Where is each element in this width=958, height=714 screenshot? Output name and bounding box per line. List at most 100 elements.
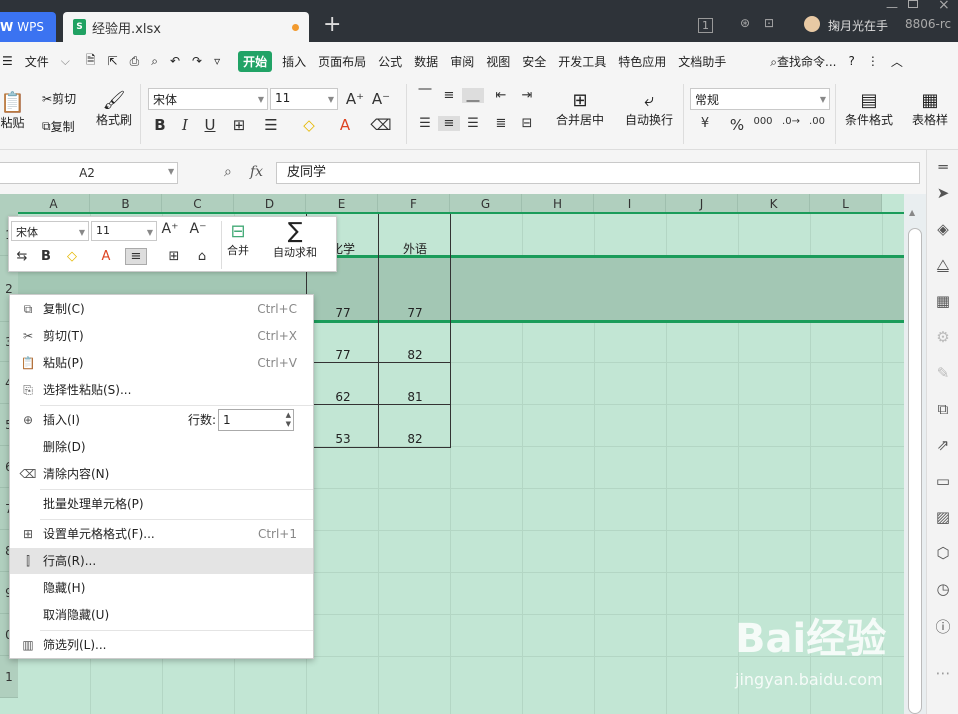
fill-color-icon[interactable]: ◇ bbox=[61, 249, 83, 264]
cell-e5[interactable]: 53 bbox=[307, 432, 379, 446]
column-header-c[interactable]: C bbox=[162, 194, 234, 214]
cell-e4[interactable]: 62 bbox=[307, 390, 379, 404]
decrease-decimal-icon[interactable]: .00 bbox=[806, 116, 828, 127]
cell-f5[interactable]: 82 bbox=[379, 432, 451, 446]
cell-e3[interactable]: 77 bbox=[307, 348, 379, 362]
copy-button[interactable]: ⧉ 复制 bbox=[42, 118, 75, 135]
menu-hide[interactable]: 隐藏(H) bbox=[10, 575, 313, 601]
mini-font-select[interactable]: 宋体 ▼ bbox=[11, 221, 89, 241]
merge-center-button[interactable]: ⊞ 合并居中 bbox=[556, 90, 604, 128]
align-middle-icon[interactable]: ≡ bbox=[438, 88, 460, 103]
chevron-down-icon[interactable]: ⌵ bbox=[61, 54, 70, 69]
autosum-button[interactable]: ∑ 自动求和 bbox=[273, 219, 317, 260]
format-painter-button[interactable]: 🖌 格式刷 bbox=[96, 90, 132, 128]
scroll-up-icon[interactable]: ▲ bbox=[909, 208, 915, 217]
font-select[interactable]: 宋体 ▼ bbox=[148, 88, 268, 110]
menu-insert[interactable]: 插入 bbox=[282, 53, 306, 70]
cell-f4[interactable]: 81 bbox=[379, 390, 451, 404]
increase-decimal-icon[interactable]: .0→ bbox=[780, 116, 802, 127]
share-icon[interactable]: ⊛ bbox=[740, 16, 750, 30]
user-name[interactable]: 掬月光在手 bbox=[828, 17, 888, 34]
mini-merge-button[interactable]: ⊟ 合并 bbox=[227, 221, 249, 258]
column-header-f[interactable]: F bbox=[378, 194, 450, 214]
settings-icon[interactable]: ⚙ bbox=[931, 328, 955, 346]
hamburger-icon[interactable]: ☰ bbox=[2, 54, 13, 68]
menu-data[interactable]: 数据 bbox=[414, 53, 438, 70]
gallery-icon[interactable]: ⧉ bbox=[931, 400, 955, 418]
shapes-icon[interactable]: ◈ bbox=[931, 220, 955, 238]
tab-wps[interactable]: W WPS bbox=[0, 12, 56, 42]
column-header-e[interactable]: E bbox=[306, 194, 378, 214]
underline-icon[interactable]: U bbox=[199, 116, 221, 134]
border-icon[interactable]: ⊞ bbox=[228, 116, 250, 134]
menu-clear[interactable]: ⌫ 清除内容(N) bbox=[10, 461, 313, 487]
quick-access-more-icon[interactable]: ▿ bbox=[214, 54, 220, 68]
save-icon[interactable]: 🗎 bbox=[86, 51, 96, 72]
menu-row-height[interactable]: ⫿ 行高(R)... bbox=[10, 548, 313, 574]
menu-features[interactable]: 特色应用 bbox=[618, 53, 666, 70]
archive-icon[interactable]: ▭ bbox=[931, 472, 955, 490]
vertical-scrollbar[interactable]: ▲ bbox=[904, 194, 926, 714]
menu-page-layout[interactable]: 页面布局 bbox=[318, 53, 366, 70]
zoom-icon[interactable]: ⌕ bbox=[224, 164, 232, 180]
style-icon[interactable]: ⧋ bbox=[931, 256, 955, 274]
cut-button[interactable]: ✂ 剪切 bbox=[42, 90, 76, 107]
font-color-icon[interactable]: A bbox=[334, 116, 356, 134]
search-command[interactable]: ⌕查找命令... bbox=[770, 53, 836, 70]
minimize-icon[interactable]: — bbox=[886, 0, 898, 14]
collapse-icon[interactable]: ═ bbox=[931, 158, 955, 176]
decrease-font-icon[interactable]: A⁻ bbox=[370, 90, 392, 108]
more-dots-icon[interactable]: ⋯ bbox=[931, 664, 955, 682]
stepper-icon[interactable]: ▲ ▼ bbox=[286, 411, 291, 429]
cursor-icon[interactable]: ➤ bbox=[931, 184, 955, 202]
fill-color-icon[interactable]: ◇ bbox=[298, 116, 320, 134]
column-header-b[interactable]: B bbox=[90, 194, 162, 214]
menu-filter-column[interactable]: ▥ 筛选列(L)... bbox=[10, 632, 313, 658]
column-header-k[interactable]: K bbox=[738, 194, 810, 214]
table-icon[interactable]: ▦ bbox=[931, 292, 955, 310]
menu-batch[interactable]: 批量处理单元格(P) bbox=[10, 491, 313, 517]
align-bottom-icon[interactable]: ⎽ bbox=[462, 88, 484, 103]
cloud-icon[interactable]: ⊡ bbox=[764, 16, 774, 30]
preview-icon[interactable]: ⌕ bbox=[151, 54, 158, 69]
bold-icon[interactable]: B bbox=[35, 249, 57, 264]
fx-icon[interactable]: fx bbox=[250, 164, 263, 180]
align-left-icon[interactable]: ☰ bbox=[414, 116, 436, 131]
menu-unhide[interactable]: 取消隐藏(U) bbox=[10, 602, 313, 628]
print-icon[interactable]: ⎙ bbox=[130, 54, 140, 69]
history-icon[interactable]: ◷ bbox=[931, 580, 955, 598]
increase-font-icon[interactable]: A⁺ bbox=[159, 221, 181, 237]
undo-icon[interactable]: ↶ bbox=[170, 54, 180, 68]
align-right-icon[interactable]: ☰ bbox=[462, 116, 484, 131]
menu-paste-special[interactable]: ⎘ 选择性粘贴(S)... bbox=[10, 377, 313, 403]
new-tab-button[interactable]: + bbox=[323, 14, 341, 36]
menu-paste[interactable]: 📋 粘贴(P) Ctrl+V bbox=[10, 350, 313, 376]
scroll-thumb[interactable] bbox=[908, 228, 922, 714]
menu-delete[interactable]: 删除(D) bbox=[10, 434, 313, 460]
menu-view[interactable]: 视图 bbox=[486, 53, 510, 70]
menu-review[interactable]: 审阅 bbox=[450, 53, 474, 70]
conditional-format-button[interactable]: ▤ 条件格式 bbox=[845, 90, 893, 128]
decrease-indent-icon[interactable]: ⇤ bbox=[490, 88, 512, 103]
avatar[interactable] bbox=[804, 16, 820, 32]
cell-style-icon[interactable]: ☰ bbox=[260, 116, 282, 134]
menu-file[interactable]: 文件 bbox=[25, 53, 49, 70]
align-center-icon[interactable]: ≡ bbox=[125, 248, 147, 265]
column-header-h[interactable]: H bbox=[522, 194, 594, 214]
align-center-icon[interactable]: ≡ bbox=[438, 116, 460, 131]
increase-font-icon[interactable]: A⁺ bbox=[344, 90, 366, 108]
cell-f3[interactable]: 82 bbox=[379, 348, 451, 362]
align-top-icon[interactable]: ⎺ bbox=[414, 88, 436, 103]
row-header[interactable]: 1 bbox=[0, 656, 18, 698]
menu-doc-assistant[interactable]: 文档助手 bbox=[678, 53, 726, 70]
menu-copy[interactable]: ⧉ 复制(C) Ctrl+C bbox=[10, 296, 313, 322]
collapse-ribbon-icon[interactable]: ︿ bbox=[891, 53, 903, 70]
menu-insert[interactable]: ⊕ 插入(I) 行数: 1 ▲ ▼ bbox=[10, 407, 313, 433]
export-share-icon[interactable]: ⇗ bbox=[931, 436, 955, 454]
wrap-icon[interactable]: ⇆ bbox=[11, 249, 33, 264]
help-circle-icon[interactable]: ⓘ bbox=[931, 616, 955, 637]
column-header-g[interactable]: G bbox=[450, 194, 522, 214]
increase-indent-icon[interactable]: ⇥ bbox=[516, 88, 538, 103]
formula-input[interactable]: 皮同学 bbox=[276, 162, 920, 184]
italic-icon[interactable]: I bbox=[174, 116, 196, 134]
